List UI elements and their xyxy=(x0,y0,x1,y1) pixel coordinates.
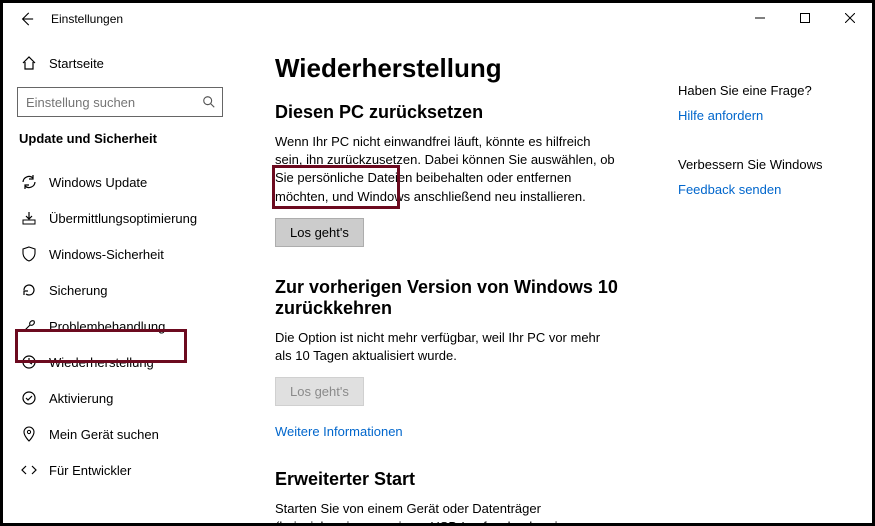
send-feedback-link[interactable]: Feedback senden xyxy=(678,182,856,197)
window-controls xyxy=(737,3,872,33)
sidebar-item-label: Übermittlungsoptimierung xyxy=(49,211,197,226)
section-go-back: Zur vorherigen Version von Windows 10 zu… xyxy=(275,277,635,439)
close-button[interactable] xyxy=(827,3,872,33)
activation-icon xyxy=(21,390,37,406)
backup-icon xyxy=(21,282,37,298)
minimize-button[interactable] xyxy=(737,3,782,33)
advanced-heading: Erweiterter Start xyxy=(275,469,635,490)
sidebar-item-windows-security[interactable]: Windows-Sicherheit xyxy=(17,236,223,272)
sidebar: Startseite Update und Sicherheit Windows… xyxy=(3,35,233,523)
more-info-link[interactable]: Weitere Informationen xyxy=(275,424,635,439)
sidebar-item-troubleshoot[interactable]: Problembehandlung xyxy=(17,308,223,344)
sidebar-item-label: Für Entwickler xyxy=(49,463,131,478)
search-box[interactable] xyxy=(17,87,223,117)
sidebar-item-label: Sicherung xyxy=(49,283,108,298)
reset-description: Wenn Ihr PC nicht einwandfrei läuft, kön… xyxy=(275,133,615,206)
sidebar-item-label: Aktivierung xyxy=(49,391,113,406)
main-panel: Wiederherstellung Diesen PC zurücksetzen… xyxy=(233,35,672,523)
section-advanced-startup: Erweiterter Start Starten Sie von einem … xyxy=(275,469,635,523)
reset-get-started-button[interactable]: Los geht's xyxy=(275,218,364,247)
arrow-left-icon xyxy=(20,12,34,26)
window-title: Einstellungen xyxy=(51,12,123,26)
sidebar-item-activation[interactable]: Aktivierung xyxy=(17,380,223,416)
home-label: Startseite xyxy=(49,56,104,71)
home-icon xyxy=(21,55,37,71)
goback-get-started-button: Los geht's xyxy=(275,377,364,406)
sidebar-item-label: Mein Gerät suchen xyxy=(49,427,159,442)
goback-description: Die Option ist nicht mehr verfügbar, wei… xyxy=(275,329,615,365)
sidebar-item-label: Windows Update xyxy=(49,175,147,190)
section-reset-pc: Diesen PC zurücksetzen Wenn Ihr PC nicht… xyxy=(275,102,635,247)
maximize-button[interactable] xyxy=(782,3,827,33)
page-title: Wiederherstellung xyxy=(275,53,652,84)
delivery-icon xyxy=(21,210,37,226)
search-icon xyxy=(202,94,216,110)
help-heading: Haben Sie eine Frage? xyxy=(678,83,856,98)
advanced-description: Starten Sie von einem Gerät oder Datentr… xyxy=(275,500,615,523)
goback-heading: Zur vorherigen Version von Windows 10 zu… xyxy=(275,277,635,319)
back-button[interactable] xyxy=(11,3,43,35)
right-column: Haben Sie eine Frage? Hilfe anfordern Ve… xyxy=(672,35,872,523)
home-button[interactable]: Startseite xyxy=(17,47,223,79)
sidebar-item-windows-update[interactable]: Windows Update xyxy=(17,164,223,200)
sidebar-item-label: Wiederherstellung xyxy=(49,355,154,370)
sidebar-item-for-developers[interactable]: Für Entwickler xyxy=(17,452,223,488)
recovery-icon xyxy=(21,354,37,370)
sidebar-item-recovery[interactable]: Wiederherstellung xyxy=(17,344,223,380)
sidebar-item-delivery-optimization[interactable]: Übermittlungsoptimierung xyxy=(17,200,223,236)
sidebar-item-label: Problembehandlung xyxy=(49,319,165,334)
wrench-icon xyxy=(21,318,37,334)
developer-icon xyxy=(21,462,37,478)
get-help-link[interactable]: Hilfe anfordern xyxy=(678,108,856,123)
reset-heading: Diesen PC zurücksetzen xyxy=(275,102,635,123)
search-input[interactable] xyxy=(26,95,202,110)
sidebar-item-backup[interactable]: Sicherung xyxy=(17,272,223,308)
shield-icon xyxy=(21,246,37,262)
sidebar-item-find-my-device[interactable]: Mein Gerät suchen xyxy=(17,416,223,452)
sidebar-item-label: Windows-Sicherheit xyxy=(49,247,164,262)
sync-icon xyxy=(21,174,37,190)
improve-heading: Verbessern Sie Windows xyxy=(678,157,856,172)
sidebar-section-header: Update und Sicherheit xyxy=(19,131,223,146)
location-icon xyxy=(21,426,37,442)
